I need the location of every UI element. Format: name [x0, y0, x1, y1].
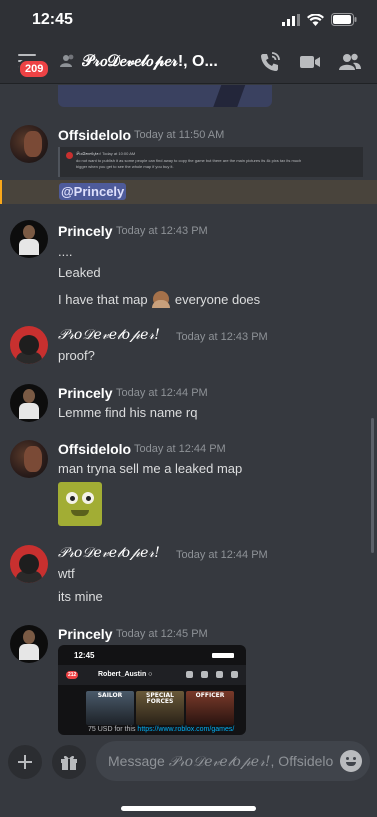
- author-name[interactable]: Princely: [58, 385, 112, 401]
- home-indicator[interactable]: [121, 806, 256, 811]
- embed-header: 212 Robert_Austin ○: [58, 665, 246, 685]
- previous-image-attachment[interactable]: [58, 85, 272, 107]
- game-card-label: SPECIAL FORCES: [146, 692, 174, 705]
- screenshot-attachment[interactable]: 12:45 212 Robert_Austin ○ SAILOR SPECIAL…: [58, 645, 246, 735]
- message-text: I have that map everyone does: [58, 291, 261, 308]
- add-attachment-button[interactable]: [8, 745, 42, 779]
- author-name[interactable]: 𝒫𝓇𝑜𝒟𝑒𝓋𝑒𝓁𝑜𝓅𝑒𝓇!: [58, 327, 160, 343]
- game-card: SAILOR: [86, 691, 134, 725]
- message-timestamp: Today at 11:50 AM: [134, 129, 225, 141]
- author-name[interactable]: 𝒫𝓇𝑜𝒟𝑒𝓋𝑒𝓁𝑜𝓅𝑒𝓇!: [58, 545, 160, 561]
- mini-avatar: [66, 152, 73, 159]
- placeholder-prefix: Message: [108, 753, 169, 769]
- author-name[interactable]: Offsidelolo: [58, 127, 131, 143]
- mention-highlight: @Princely: [0, 180, 377, 204]
- emoji-picker-icon[interactable]: [340, 750, 362, 772]
- video-icon[interactable]: [299, 51, 321, 73]
- embed-badge: 212: [66, 671, 79, 679]
- avatar[interactable]: [10, 545, 48, 583]
- user-mention[interactable]: @Princely: [59, 183, 127, 200]
- chat-header: 209 𝒫𝓇𝑜𝒟𝑒𝓋𝑒𝓁𝑜𝓅𝑒𝓇!, O...: [0, 44, 377, 84]
- message-text: its mine: [58, 589, 103, 604]
- message-timestamp: Today at 12:45 PM: [116, 628, 208, 640]
- game-card: OFFICER: [186, 691, 234, 725]
- avatar[interactable]: [10, 125, 48, 163]
- embed-action-icons: [186, 671, 238, 678]
- embed-time: 12:45: [74, 651, 95, 660]
- unread-badge: 209: [18, 59, 51, 79]
- placeholder-suffix: , Offsidelolo: [270, 753, 334, 769]
- author-name[interactable]: Princely: [58, 223, 112, 239]
- status-bar: 12:45: [0, 0, 377, 44]
- status-time: 12:45: [32, 11, 73, 28]
- message-text: ....: [58, 244, 73, 259]
- message-input[interactable]: Message 𝒫𝓇𝑜𝒟𝑒𝓋𝑒𝓁𝑜𝓅𝑒𝓇!, Offsidelolo: [96, 741, 370, 781]
- battery-icon: [331, 13, 357, 26]
- message-composer: Message 𝒫𝓇𝑜𝒟𝑒𝓋𝑒𝓁𝑜𝓅𝑒𝓇!, Offsidelolo: [0, 735, 377, 817]
- game-card: SPECIAL FORCES: [136, 691, 184, 725]
- attachment-line: bigger when you get to see the whole map…: [76, 164, 174, 169]
- message-timestamp: Today at 12:44 PM: [116, 387, 208, 399]
- attachment-header: 𝒫𝓇𝑜𝒟𝑒𝓋𝑒𝓁𝑜𝓅𝑒𝓇! Today at 10:00 AM: [76, 151, 136, 156]
- game-card-label: SAILOR: [97, 692, 123, 699]
- message-text: wtf: [58, 566, 75, 581]
- gift-icon: [61, 755, 77, 770]
- embed-caption: 75 USD for this https://www.roblox.com/g…: [88, 726, 234, 733]
- message-text-part: everyone does: [174, 292, 261, 307]
- message-text: proof?: [58, 348, 95, 363]
- signal-icon: [282, 13, 300, 26]
- image-attachment[interactable]: 𝒫𝓇𝑜𝒟𝑒𝓋𝑒𝓁𝑜𝓅𝑒𝓇! Today at 10:00 AM do not w…: [58, 147, 363, 177]
- phone-icon[interactable]: [259, 51, 281, 73]
- embed-username: Robert_Austin ○: [98, 671, 153, 678]
- embed-caption-link[interactable]: https://www.roblox.com/games/: [137, 726, 234, 733]
- author-name[interactable]: Offsidelolo: [58, 441, 131, 457]
- message-list[interactable]: Offsidelolo Today at 11:50 AM 𝒫𝓇𝑜𝒟𝑒𝓋𝑒𝓁𝑜𝓅…: [0, 85, 377, 735]
- message-text: Leaked: [58, 265, 101, 280]
- game-card-label: OFFICER: [195, 692, 225, 699]
- plus-icon: [18, 755, 32, 769]
- wifi-icon: [307, 13, 324, 26]
- gift-button[interactable]: [52, 745, 86, 779]
- message-timestamp: Today at 12:44 PM: [176, 549, 268, 561]
- avatar[interactable]: [10, 326, 48, 364]
- person-emoji-icon: [152, 291, 171, 308]
- avatar[interactable]: [10, 384, 48, 422]
- message-timestamp: Today at 12:44 PM: [134, 443, 226, 455]
- embed-caption-text: 75 USD for this: [88, 726, 138, 733]
- message-text-part: I have that map: [58, 292, 148, 307]
- avatar[interactable]: [10, 220, 48, 258]
- status-icons: [282, 13, 357, 26]
- message-placeholder: Message 𝒫𝓇𝑜𝒟𝑒𝓋𝑒𝓁𝑜𝓅𝑒𝓇!, Offsidelolo: [108, 753, 334, 770]
- header-actions: [259, 51, 361, 73]
- embed-status-icons: [212, 653, 234, 658]
- channel-title[interactable]: 𝒫𝓇𝑜𝒟𝑒𝓋𝑒𝓁𝑜𝓅𝑒𝓇!, O...: [82, 53, 242, 71]
- avatar[interactable]: [10, 625, 48, 663]
- avatar[interactable]: [10, 440, 48, 478]
- author-name[interactable]: Princely: [58, 626, 112, 642]
- message-text: Lemme find his name rq: [58, 405, 198, 420]
- message-timestamp: Today at 12:43 PM: [176, 331, 268, 343]
- members-icon[interactable]: [339, 51, 361, 73]
- face-image-attachment[interactable]: [58, 482, 102, 526]
- placeholder-name: 𝒫𝓇𝑜𝒟𝑒𝓋𝑒𝓁𝑜𝓅𝑒𝓇!: [168, 754, 271, 770]
- scrollbar[interactable]: [371, 418, 374, 553]
- message-timestamp: Today at 12:43 PM: [116, 225, 208, 237]
- attachment-line: do not want to publish it as some people…: [76, 158, 302, 163]
- message-text: man tryna sell me a leaked map: [58, 461, 243, 476]
- dm-group-icon: [60, 54, 74, 67]
